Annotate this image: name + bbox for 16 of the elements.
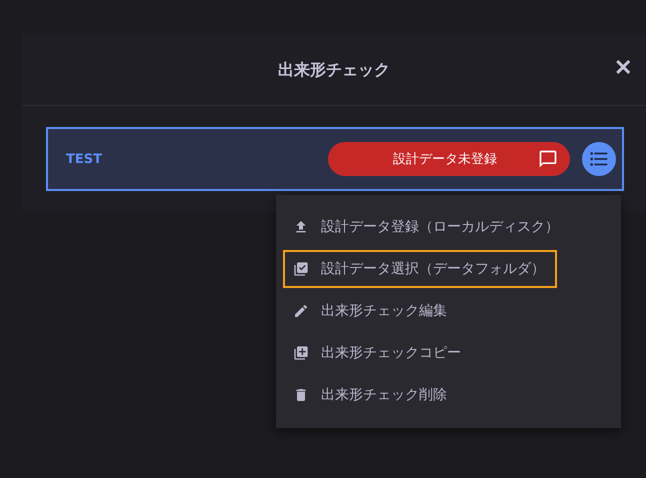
menu-item[interactable]: 設計データ登録（ローカルディスク） [283,208,571,246]
card-name: TEST [66,152,103,166]
status-label: 設計データ未登録 [392,151,498,168]
checked-copy-icon [293,261,309,277]
pencil-icon [293,303,309,319]
menu-item[interactable]: 出来形チェックコピー [283,334,473,372]
menu-item[interactable]: 出来形チェック削除 [283,376,459,414]
status-badge[interactable]: 設計データ未登録 [328,142,570,176]
menu-item[interactable]: 出来形チェック編集 [283,292,459,330]
dialog-title: 出来形チェック [278,60,390,80]
copy-plus-icon [293,345,309,361]
menu-button[interactable] [582,142,616,176]
menu-item[interactable]: 設計データ選択（データフォルダ） [283,250,557,288]
check-card[interactable]: TEST 設計データ未登録 [46,127,624,191]
close-button[interactable]: ✕ [614,57,632,79]
comment-icon [538,149,558,169]
